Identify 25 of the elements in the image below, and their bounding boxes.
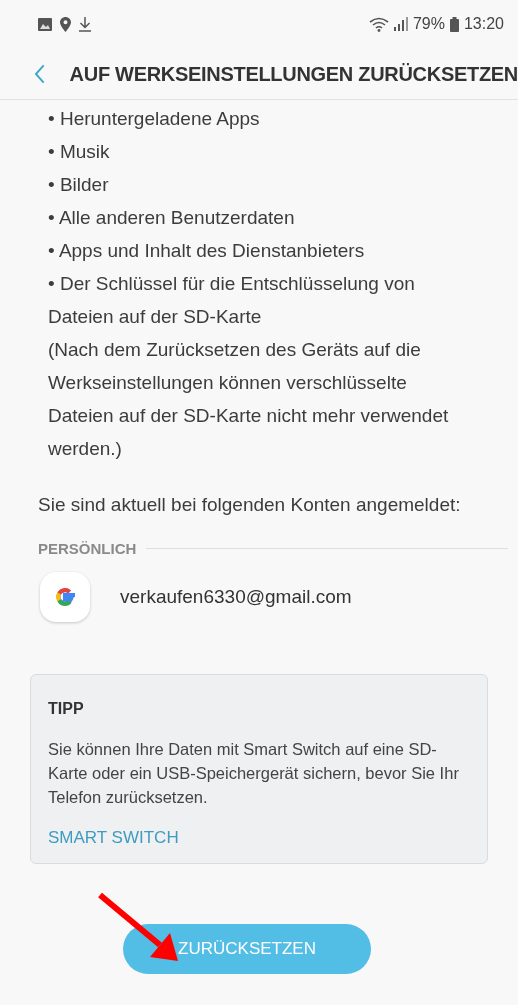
download-icon: [79, 16, 91, 32]
clock: 13:20: [463, 14, 504, 34]
battery-icon: [449, 16, 459, 32]
wifi-icon: [368, 16, 389, 32]
smart-switch-link[interactable]: SMART SWITCH: [48, 825, 179, 851]
signal-icon: [393, 17, 408, 31]
list-item: • Alle anderen Benutzerdaten: [48, 206, 296, 230]
list-item: • Bilder: [48, 173, 110, 197]
back-icon[interactable]: [34, 63, 46, 84]
list-item: • Der Schlüssel für die Entschlüsselung von Dateien auf der SD-Karte: [48, 272, 416, 329]
battery-percent: 79%: [412, 14, 445, 34]
tip-text: Sie können Ihre Daten mit Smart Switch auf eine SD-Karte oder ein USB-Speichergerät sichern, bevor Sie Ihr Telefon zurücksetzen.: [48, 739, 460, 808]
note-text: (Nach dem Zurücksetzen des Geräts auf die Werkseinstellungen können verschlüsselte Dateien auf der SD-Karte nicht mehr verwendet werden.): [48, 338, 450, 461]
account-email[interactable]: verkaufen6330@gmail.com: [120, 582, 352, 612]
list-item: • Heruntergeladene Apps: [48, 107, 261, 131]
reset-button[interactable]: ZURÜCKSETZEN: [123, 924, 371, 974]
list-item: • Musik: [48, 140, 111, 164]
accounts-intro: Sie sind aktuell bei folgenden Konten angemeldet:: [37, 493, 462, 517]
list-item: • Apps und Inhalt des Dienstanbieters: [48, 239, 366, 263]
google-icon: [40, 572, 90, 622]
image-icon: [38, 17, 52, 31]
screen-title: AUF WERKSEINSTELLUNGEN ZURÜCKSETZEN: [69, 61, 518, 87]
tip-heading: TIPP: [48, 699, 85, 719]
location-icon: [60, 16, 71, 32]
section-heading: PERSÖNLICH: [38, 538, 137, 559]
